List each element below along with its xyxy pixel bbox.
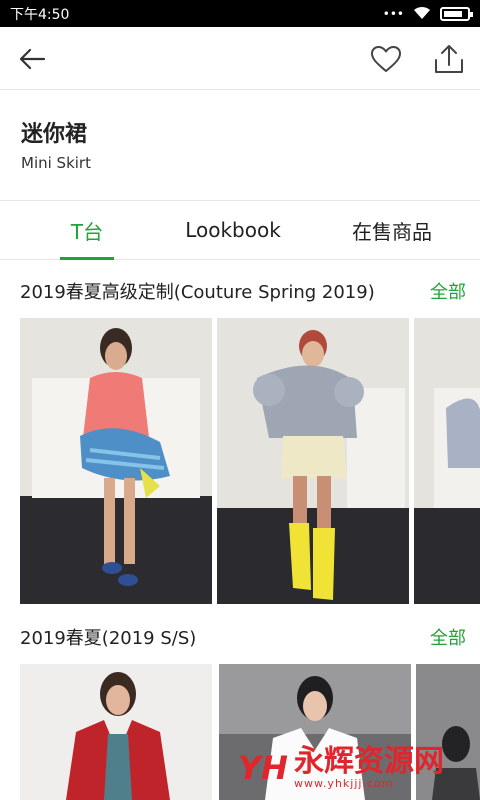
- back-button[interactable]: [12, 39, 52, 79]
- section-title: 2019春夏高级定制(Couture Spring 2019): [20, 282, 375, 303]
- tab-lookbook[interactable]: Lookbook: [180, 201, 286, 259]
- runway-photo[interactable]: [20, 318, 212, 604]
- runway-photo[interactable]: [414, 318, 480, 604]
- arrow-left-icon: [19, 48, 46, 70]
- view-all-link[interactable]: 全部: [430, 624, 466, 650]
- section-title: 2019春夏(2019 S/S): [20, 628, 197, 649]
- tab-bar: T台 Lookbook 在售商品: [0, 200, 480, 260]
- status-time: 下午4:50: [10, 6, 70, 23]
- toolbar: [0, 27, 480, 90]
- status-bar: 下午4:50 •••: [0, 0, 480, 27]
- category-header: 迷你裙 Mini Skirt: [0, 90, 480, 200]
- battery-icon: [440, 6, 473, 21]
- watermark: YH 永辉资源网 www.yhkjjj.com: [238, 740, 468, 796]
- status-icons: •••: [382, 4, 473, 24]
- tab-on-sale[interactable]: 在售商品: [346, 201, 438, 259]
- dots-icon: •••: [382, 6, 404, 21]
- watermark-logo: YH: [238, 749, 288, 787]
- view-all-link[interactable]: 全部: [430, 278, 466, 304]
- heart-icon: [371, 46, 401, 72]
- page-title: 迷你裙: [21, 122, 88, 147]
- watermark-url: www.yhkjjj.com: [293, 776, 394, 790]
- section-header: 2019春夏高级定制(Couture Spring 2019) 全部: [0, 260, 480, 318]
- runway-photo[interactable]: [217, 318, 409, 604]
- page-subtitle: Mini Skirt: [21, 154, 91, 172]
- wifi-icon: [412, 4, 432, 24]
- content-area: 2019春夏高级定制(Couture Spring 2019) 全部 2019春…: [0, 260, 480, 800]
- runway-photo[interactable]: [20, 664, 212, 800]
- section-header: 2019春夏(2019 S/S) 全部: [0, 606, 480, 664]
- share-button[interactable]: [429, 39, 469, 79]
- watermark-text: 永辉资源网: [293, 743, 444, 779]
- favorite-button[interactable]: [366, 39, 406, 79]
- tab-runway[interactable]: T台: [60, 201, 114, 260]
- share-icon: [435, 45, 463, 73]
